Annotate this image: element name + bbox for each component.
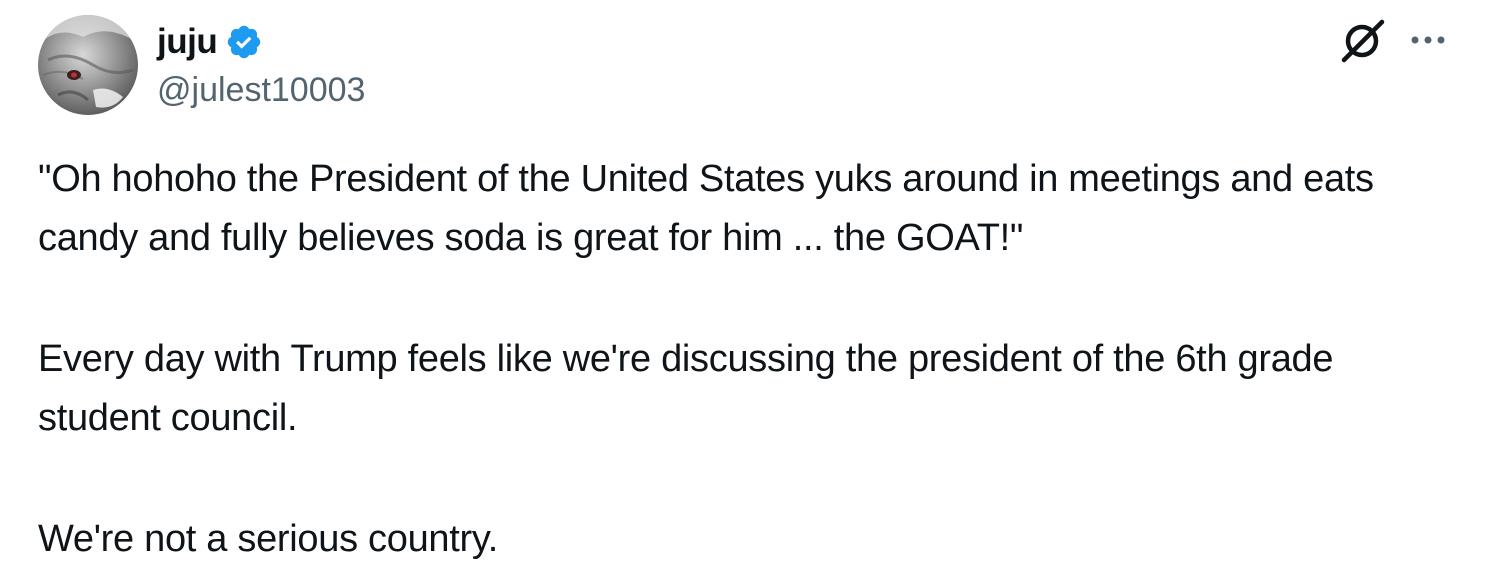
tweet-paragraph: Every day with Trump feels like we're di…: [38, 338, 1334, 439]
tweet: juju @julest10003 "Oh hohoho the Preside…: [0, 0, 1488, 586]
author-handle[interactable]: @julest10003: [157, 68, 365, 112]
grok-slash-icon[interactable]: [1336, 16, 1390, 64]
tweet-paragraph: We're not a serious country.: [38, 518, 498, 560]
author-name-row: juju: [157, 20, 263, 64]
verified-badge-icon[interactable]: [225, 23, 263, 61]
tweet-paragraph: "Oh hohoho the President of the United S…: [38, 158, 1374, 259]
tweet-text: "Oh hohoho the President of the United S…: [38, 150, 1458, 569]
cat-avatar-icon: [38, 15, 138, 115]
more-dots-icon[interactable]: [1405, 22, 1451, 58]
author-avatar[interactable]: [38, 15, 138, 115]
display-name[interactable]: juju: [157, 20, 218, 64]
